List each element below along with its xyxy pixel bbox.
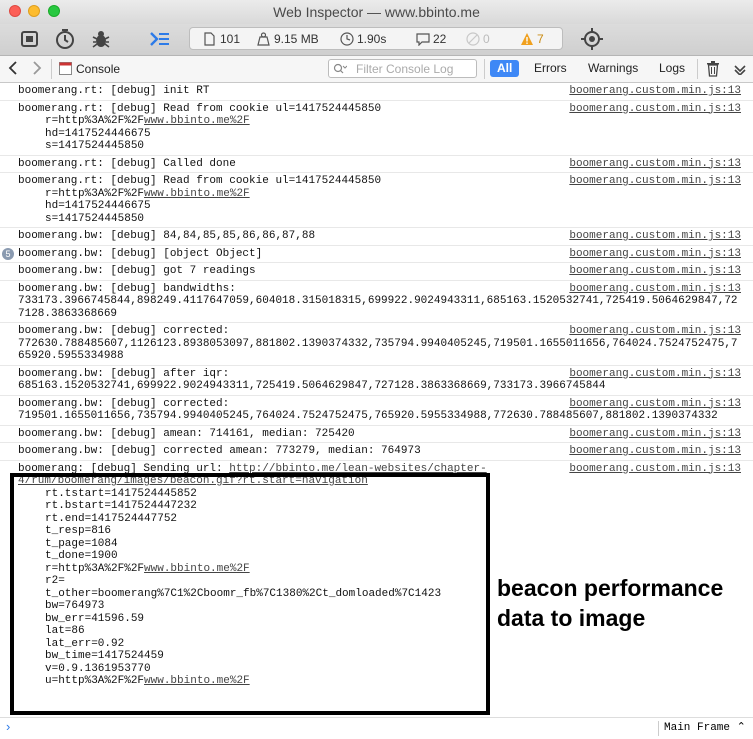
filter-console-search[interactable]: Filter Console Log <box>328 59 477 78</box>
window-title: Web Inspector — www.bbinto.me <box>273 4 480 20</box>
console-message: boomerang.bw: [debug] amean: 714161, med… <box>0 426 753 443</box>
source-link[interactable]: boomerang.custom.min.js:13 <box>569 428 741 441</box>
chevron-down-icon[interactable] <box>734 64 746 78</box>
size-value: 9.15 MB <box>274 32 319 46</box>
error-icon <box>466 32 480 46</box>
resources-count: 101 <box>220 32 241 46</box>
navigation-bar: Console Filter Console Log All Errors Wa… <box>0 56 753 83</box>
errors-count: 0 <box>483 32 490 46</box>
console-prompt-bar: › Main Frame ⌃ <box>0 717 753 739</box>
logs-count: 22 <box>433 32 447 46</box>
console-message: boomerang.rt: [debug] Read from cookie u… <box>0 101 753 156</box>
filter-logs[interactable]: Logs <box>659 60 685 77</box>
console-message: boomerang.rt: [debug] init RT boomerang.… <box>0 83 753 101</box>
console-input[interactable] <box>20 720 650 736</box>
console-prompt-icon[interactable] <box>149 28 171 50</box>
divider <box>484 59 485 79</box>
back-arrow-icon[interactable] <box>7 61 19 78</box>
filter-warnings[interactable]: Warnings <box>588 60 638 77</box>
warning-triangle-icon <box>521 33 533 45</box>
title-bar: Web Inspector — www.bbinto.me <box>0 0 753 24</box>
console-tab-icon <box>59 62 72 78</box>
source-link[interactable]: boomerang.custom.min.js:13 <box>569 463 741 476</box>
console-message: boomerang.bw: [debug] corrected: 719501.… <box>0 396 753 426</box>
debugger-bug-icon[interactable] <box>90 28 112 50</box>
object-link[interactable]: www.bbinto.me%2F <box>144 115 250 127</box>
divider <box>697 59 698 79</box>
forward-arrow-icon[interactable] <box>31 61 43 78</box>
console-message: boomerang.bw: [debug] corrected: 772630.… <box>0 323 753 366</box>
object-link[interactable]: www.bbinto.me%2F <box>144 675 250 687</box>
crosshair-inspect-icon[interactable] <box>581 28 603 50</box>
console-message: boomerang.bw: [debug] got 7 readings boo… <box>0 263 753 281</box>
search-icon <box>333 63 347 74</box>
toolbar: 101 9.15 MB 1.90s 22 0 7 <box>0 24 753 56</box>
console-message: boomerang.bw: [debug] corrected amean: 7… <box>0 443 753 461</box>
source-link[interactable]: boomerang.custom.min.js:13 <box>569 248 741 261</box>
speech-bubble-icon <box>416 33 430 46</box>
prompt-chevron-icon: › <box>6 719 11 734</box>
source-link[interactable]: boomerang.custom.min.js:13 <box>569 230 741 243</box>
source-link[interactable]: boomerang.custom.min.js:13 <box>569 85 741 98</box>
repeat-count-badge: 5 <box>2 247 14 260</box>
annotation-text: beacon performance data to image <box>497 575 724 631</box>
console-message: boomerang.bw: [debug] after iqr: 685163.… <box>0 366 753 396</box>
source-link[interactable]: boomerang.custom.min.js:13 <box>569 368 741 381</box>
search-placeholder: Filter Console Log <box>356 62 454 76</box>
console-tab[interactable]: Console <box>76 62 120 76</box>
divider <box>658 721 659 736</box>
chevron-updown-icon: ⌃ <box>736 722 746 734</box>
source-link[interactable]: boomerang.custom.min.js:13 <box>569 103 741 116</box>
timeline-icon[interactable] <box>54 28 76 50</box>
weight-icon <box>257 32 270 46</box>
beacon-url-link[interactable]: http://bbinto.me/lean-websites/chapter- <box>229 463 486 475</box>
divider <box>51 59 52 79</box>
beacon-url-link-continued[interactable]: 4/rum/boomerang/images/beacon.gif?rt.sta… <box>18 475 753 488</box>
source-link[interactable]: boomerang.custom.min.js:13 <box>569 265 741 278</box>
dock-icon[interactable] <box>19 28 41 50</box>
clock-icon <box>340 32 354 46</box>
load-time-value: 1.90s <box>357 32 387 46</box>
object-link[interactable]: www.bbinto.me%2F <box>144 188 250 200</box>
console-message: boomerang.rt: [debug] Called done boomer… <box>0 156 753 173</box>
source-link[interactable]: boomerang.custom.min.js:13 <box>569 445 741 458</box>
source-link[interactable]: boomerang.custom.min.js:13 <box>569 325 741 338</box>
source-link[interactable]: boomerang.custom.min.js:13 <box>569 158 741 171</box>
console-message: boomerang.bw: [debug] bandwidths: 733173… <box>0 281 753 323</box>
filter-errors[interactable]: Errors <box>534 60 567 77</box>
source-link[interactable]: boomerang.custom.min.js:13 <box>569 398 741 411</box>
filter-all[interactable]: All <box>490 60 520 77</box>
object-link[interactable]: www.bbinto.me%2F <box>144 563 250 575</box>
dashboard-stats: 101 9.15 MB 1.90s 22 0 7 <box>189 27 563 50</box>
document-icon <box>204 32 215 46</box>
frame-selector[interactable]: Main Frame ⌃ <box>664 720 746 734</box>
source-link[interactable]: boomerang.custom.min.js:13 <box>569 283 741 296</box>
trash-icon[interactable] <box>706 61 720 80</box>
warnings-count: 7 <box>537 32 544 46</box>
console-message: boomerang.rt: [debug] Read from cookie u… <box>0 173 753 228</box>
console-message: 5 boomerang.bw: [debug] [object Object] b… <box>0 246 753 263</box>
console-message: boomerang.bw: [debug] 84,84,85,85,86,86,… <box>0 228 753 246</box>
source-link[interactable]: boomerang.custom.min.js:13 <box>569 175 741 188</box>
